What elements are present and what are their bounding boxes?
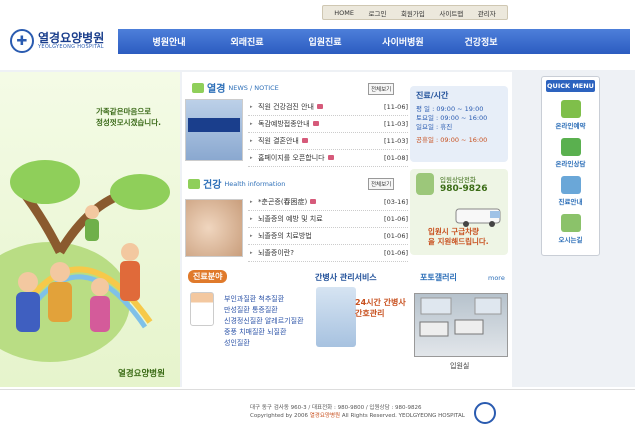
counsel-phone: 980-9826 <box>440 184 488 194</box>
new-icon <box>327 155 334 160</box>
health-subtitle: Health information <box>224 179 286 188</box>
quick-online-reservation[interactable]: 온라인예약 <box>542 100 599 130</box>
hero-brand: 열경요양병원 <box>118 369 165 379</box>
news-title: 열경 <box>207 84 226 95</box>
list-item[interactable]: 부인과질환 척추질환 <box>224 294 304 305</box>
admission-counsel-box[interactable]: 입원상담전화 980-9826 입원시 구급차량 을 지원해드립니다. <box>410 169 508 255</box>
hero-slogan: 가족같은마음으로 정성껏모시겠습니다. <box>96 106 161 128</box>
map-icon <box>560 214 581 232</box>
news-subtitle: NEWS / NOTICE <box>228 83 279 92</box>
clinic-fields-list: 부인과질환 척추질환 만성질환 통증질환 신경정신질환 알레르기질환 중풍 치매… <box>224 294 304 349</box>
nav-health-info[interactable]: 건강정보 <box>442 35 520 48</box>
new-icon <box>301 138 308 143</box>
nav-cyber-hospital[interactable]: 사이버병원 <box>364 35 442 48</box>
ambulance-support-text: 입원시 구급차량 을 지원해드립니다. <box>428 227 489 246</box>
main-nav: 병원안내 외래진료 입원진료 사이버병원 건강정보 <box>118 29 630 54</box>
list-item[interactable]: 홈페이지를 오픈합니다[01-08] <box>248 150 408 167</box>
slogan-line-1: 가족같은마음으로 <box>96 107 152 116</box>
health-header: 건강 Health information <box>188 176 285 191</box>
health-more-button[interactable]: 전체보기 <box>368 178 395 190</box>
list-item[interactable]: 뇌졸증이란?[01-06] <box>248 245 408 262</box>
new-icon <box>316 104 323 109</box>
phone-icon <box>416 173 434 195</box>
list-item[interactable]: 뇌졸증의 치료방법[01-06] <box>248 228 408 245</box>
sitemap-link[interactable]: 사이트맵 <box>439 8 463 18</box>
admin-link[interactable]: 관리자 <box>478 8 496 18</box>
nav-inpatient[interactable]: 입원진료 <box>286 35 364 48</box>
footer-logo-icon <box>474 402 496 424</box>
clinic-fields-title: 진료분야 <box>188 270 228 283</box>
quick-clinic-guide[interactable]: 진료안내 <box>542 176 599 206</box>
quick-menu: QUICK MENU 온라인예약 온라인상담 진료안내 오시는길 <box>541 76 600 256</box>
list-item[interactable]: 독감예방접종안내[11-03] <box>248 116 408 133</box>
list-item[interactable]: 뇌졸증의 예방 및 치료[01-06] <box>248 211 408 228</box>
health-title: 건강 <box>203 180 222 191</box>
cross-logo-icon: ✚ <box>10 29 34 53</box>
new-icon <box>312 121 319 126</box>
health-icon <box>188 178 200 189</box>
logo-subtitle: YEOLGYEONG HOSPITAL <box>38 44 104 50</box>
news-list: 직원 건강검진 안내[11-06] 독감예방접종안내[11-03] 직원 결혼안… <box>248 99 408 167</box>
quick-online-counsel[interactable]: 온라인상담 <box>542 138 599 168</box>
quick-directions[interactable]: 오시는길 <box>542 214 599 244</box>
clinic-hours-box: 진료/시간 평 일 : 09:00 ~ 19:00 토요일 : 09:00 ~ … <box>410 86 508 162</box>
list-item[interactable]: 신경정신질환 알레르기질환 <box>224 316 304 327</box>
counsel-label: 입원상담전화 <box>440 176 476 184</box>
ward-photo[interactable] <box>414 293 508 357</box>
ambulance-icon <box>455 208 501 227</box>
slogan-line-2: 정성껏모시겠습니다. <box>96 118 161 127</box>
health-thumbnail <box>185 199 243 257</box>
list-item[interactable]: 성인질환 <box>224 338 304 349</box>
list-item[interactable]: *춘곤증(春困症)[03-16] <box>248 194 408 211</box>
list-item[interactable]: 직원 건강검진 안내[11-06] <box>248 99 408 116</box>
news-header: 열경 NEWS / NOTICE <box>192 80 279 95</box>
news-icon <box>192 82 204 93</box>
list-item[interactable]: 직원 결혼안내[11-03] <box>248 133 408 150</box>
signup-link[interactable]: 회원가입 <box>401 8 425 18</box>
health-list: *춘곤증(春困症)[03-16] 뇌졸증의 예방 및 치료[01-06] 뇌졸증… <box>248 194 408 262</box>
news-thumbnail <box>185 99 243 161</box>
hero-illustration: 가족같은마음으로 정성껏모시겠습니다. 열경요양병원 <box>0 72 180 387</box>
new-icon <box>310 199 317 204</box>
list-item[interactable]: 만성질환 통증질환 <box>224 305 304 316</box>
photo-gallery-title[interactable]: 포토갤러리 <box>420 272 457 283</box>
top-utility-bar: HOME 로그인 회원가입 사이트맵 관리자 <box>322 5 508 20</box>
hospital-logo[interactable]: ✚ 열경요양병원 YEOLGYEONG HOSPITAL <box>10 28 116 54</box>
nav-outpatient[interactable]: 외래진료 <box>208 35 286 48</box>
quick-menu-title: QUICK MENU <box>546 80 595 92</box>
photo-more-link[interactable]: more <box>488 274 505 282</box>
login-link[interactable]: 로그인 <box>368 8 386 18</box>
ward-photo-image <box>419 297 502 337</box>
photo-caption: 입원실 <box>450 362 470 370</box>
footer: 대구 동구 검사동 960-3 / 대표전화 : 980-9800 / 입원상담… <box>0 389 635 424</box>
list-item[interactable]: 중풍 치매질환 뇌질환 <box>224 327 304 338</box>
logo-title: 열경요양병원 <box>38 31 105 45</box>
doctor-icon <box>190 292 214 326</box>
news-more-button[interactable]: 전체보기 <box>368 83 395 95</box>
holiday-hours: 공휴일 : 09:00 ~ 16:00 <box>416 136 488 144</box>
calendar-icon <box>560 100 581 118</box>
nav-hospital-info[interactable]: 병원안내 <box>130 35 208 48</box>
footer-address: 대구 동구 검사동 960-3 / 대표전화 : 980-9800 / 입원상담… <box>250 405 465 419</box>
nurse-service-text: 24시간 간병사 간호관리 <box>355 298 406 318</box>
home-link[interactable]: HOME <box>334 9 354 17</box>
nurse-service-title[interactable]: 간병사 관리서비스 <box>315 272 377 283</box>
chat-icon <box>560 138 581 156</box>
hours-title: 진료/시간 <box>416 91 449 100</box>
nurse-image <box>316 287 356 347</box>
clipboard-icon <box>560 176 581 194</box>
